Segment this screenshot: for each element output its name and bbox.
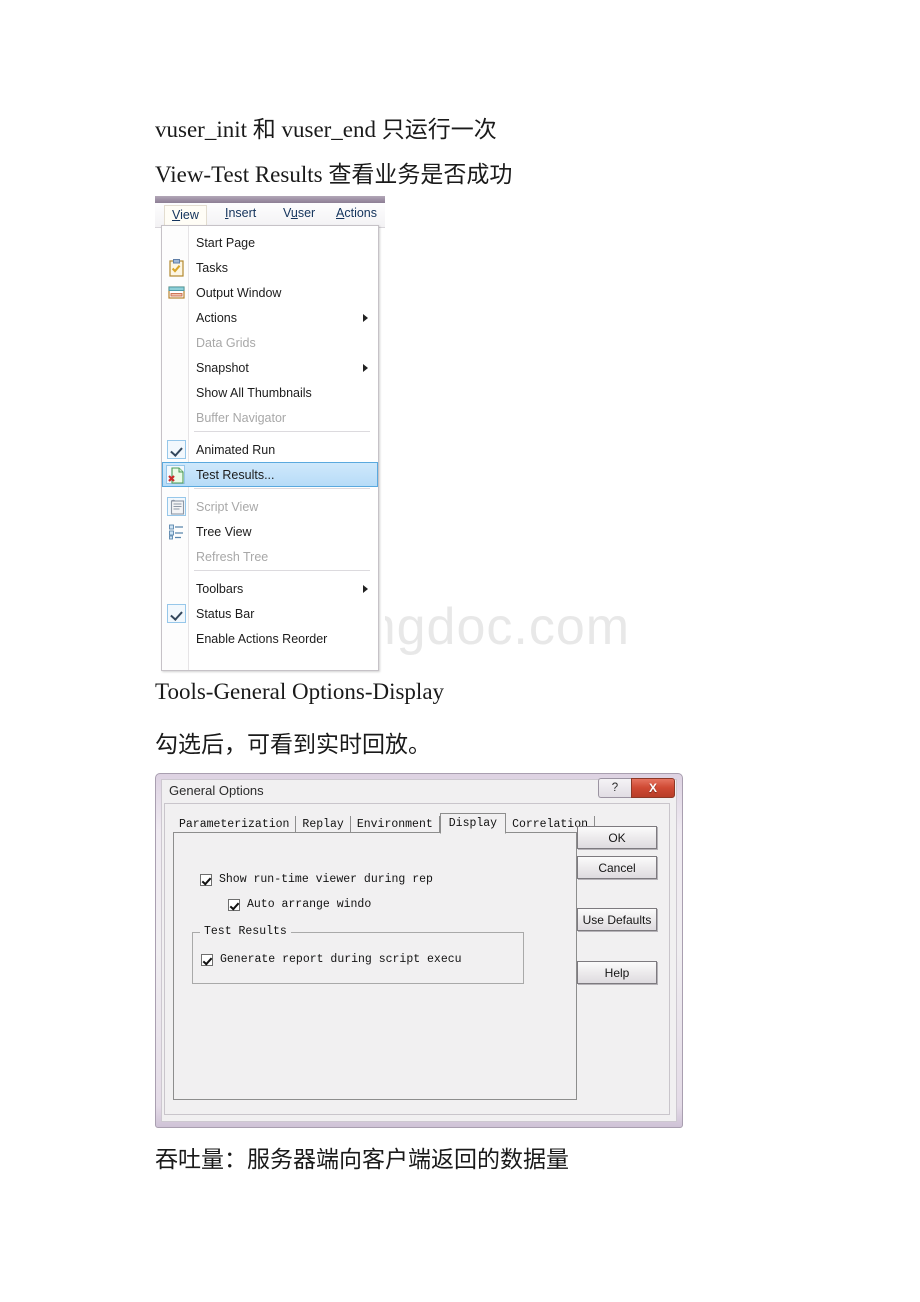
output-window-icon bbox=[167, 283, 186, 302]
tab-display[interactable]: Display bbox=[439, 813, 507, 834]
menu-item-label: Enable Actions Reorder bbox=[196, 631, 328, 646]
menu-item-enable-actions-reorder[interactable]: Enable Actions Reorder bbox=[163, 626, 377, 651]
menu-item-label: Toolbars bbox=[196, 581, 244, 596]
menu-item-output-window[interactable]: Output Window bbox=[163, 280, 377, 305]
checkbox-icon[interactable] bbox=[201, 953, 213, 966]
menu-item-script-view: Script View bbox=[163, 494, 377, 519]
checkbox-icon[interactable] bbox=[200, 873, 212, 886]
menubar-item-view[interactable]: View bbox=[164, 205, 207, 226]
menu-item-label: Animated Run bbox=[196, 442, 276, 457]
script-view-icon bbox=[167, 497, 186, 516]
view-menu-screenshot: View Insert Vuser Actions Start Page Tas… bbox=[155, 196, 385, 672]
menu-item-toolbars[interactable]: Toolbars bbox=[163, 576, 377, 601]
menu-item-label: Start Page bbox=[196, 235, 256, 250]
menu-item-label: Test Results... bbox=[196, 467, 275, 482]
menu-item-animated-run[interactable]: Animated Run bbox=[163, 437, 377, 462]
menu-item-buffer-navigator: Buffer Navigator bbox=[163, 405, 377, 430]
doc-text-line-1: vuser_init 和 vuser_end 只运行一次 bbox=[155, 117, 497, 142]
tab-environment[interactable]: Environment bbox=[351, 816, 440, 833]
checkbox-label: Generate report during script execu bbox=[220, 953, 462, 966]
checkbox-label: Show run-time viewer during rep bbox=[219, 873, 433, 886]
menu-item-label: Status Bar bbox=[196, 606, 255, 621]
menu-item-actions[interactable]: Actions bbox=[163, 305, 377, 330]
checkmark-icon bbox=[167, 440, 186, 459]
dialog-titlebar-buttons: ? X bbox=[598, 778, 675, 798]
menu-item-label: Tree View bbox=[196, 524, 252, 539]
menubar-item-actions[interactable]: Actions bbox=[336, 206, 377, 220]
menu-separator bbox=[194, 488, 370, 489]
menu-item-label: Show All Thumbnails bbox=[196, 385, 312, 400]
menu-item-data-grids: Data Grids bbox=[163, 330, 377, 355]
dialog-tabstrip: Parameterization Replay Environment Disp… bbox=[173, 812, 595, 834]
checkmark-icon bbox=[167, 604, 186, 623]
checkbox-label: Auto arrange windo bbox=[247, 898, 372, 911]
help-button[interactable]: ? bbox=[598, 778, 631, 798]
menu-item-test-results[interactable]: Test Results... bbox=[162, 462, 378, 487]
checkbox-icon[interactable] bbox=[228, 898, 240, 911]
menu-item-label: Script View bbox=[196, 499, 259, 514]
menu-item-label: Tasks bbox=[196, 260, 228, 275]
menu-item-tasks[interactable]: Tasks bbox=[163, 255, 377, 280]
general-options-dialog-screenshot: General Options ? X Parameterization Rep… bbox=[155, 773, 683, 1128]
close-icon[interactable]: X bbox=[631, 778, 675, 798]
menu-item-start-page[interactable]: Start Page bbox=[163, 230, 377, 255]
display-tab-panel: Show run-time viewer during rep Auto arr… bbox=[173, 832, 577, 1100]
chevron-right-icon bbox=[363, 313, 368, 322]
menu-item-tree-view[interactable]: Tree View bbox=[163, 519, 377, 544]
use-defaults-button[interactable]: Use Defaults bbox=[577, 908, 657, 931]
test-results-icon bbox=[166, 465, 185, 484]
doc-text-line-4: 勾选后，可看到实时回放。 bbox=[155, 732, 431, 757]
menu-item-show-all-thumbnails[interactable]: Show All Thumbnails bbox=[163, 380, 377, 405]
menu-item-label: Data Grids bbox=[196, 335, 256, 350]
doc-text-line-5: 吞吐量：服务器端向客户端返回的数据量 bbox=[155, 1147, 569, 1172]
menu-separator bbox=[194, 570, 370, 571]
window-title-strip bbox=[155, 196, 385, 203]
help-text-button[interactable]: Help bbox=[577, 961, 657, 984]
tree-view-icon bbox=[167, 522, 186, 541]
menu-item-status-bar[interactable]: Status Bar bbox=[163, 601, 377, 626]
checkbox-show-runtime-viewer[interactable]: Show run-time viewer during rep bbox=[200, 873, 433, 886]
menu-item-label: Buffer Navigator bbox=[196, 410, 287, 425]
view-dropdown-menu: Start Page Tasks Output Window Actions D… bbox=[161, 225, 379, 671]
test-results-groupbox: Test Results Generate report during scri… bbox=[192, 925, 524, 984]
tasks-icon bbox=[167, 258, 186, 277]
ok-button[interactable]: OK bbox=[577, 826, 657, 849]
dialog-client-area: Parameterization Replay Environment Disp… bbox=[164, 803, 670, 1115]
chevron-right-icon bbox=[363, 584, 368, 593]
cancel-button[interactable]: Cancel bbox=[577, 856, 657, 879]
menu-item-label: Output Window bbox=[196, 285, 282, 300]
tab-replay[interactable]: Replay bbox=[296, 816, 351, 833]
checkbox-generate-report[interactable]: Generate report during script execu bbox=[201, 953, 462, 966]
chevron-right-icon bbox=[363, 363, 368, 372]
dialog-title: General Options bbox=[169, 783, 264, 798]
menu-item-snapshot[interactable]: Snapshot bbox=[163, 355, 377, 380]
menubar-item-insert[interactable]: Insert bbox=[225, 206, 256, 220]
groupbox-title: Test Results bbox=[200, 925, 291, 938]
tab-parameterization[interactable]: Parameterization bbox=[173, 816, 297, 833]
menu-separator bbox=[194, 431, 370, 432]
menubar-item-vuser[interactable]: Vuser bbox=[283, 206, 315, 220]
menu-item-label: Actions bbox=[196, 310, 237, 325]
menu-item-refresh-tree: Refresh Tree bbox=[163, 544, 377, 569]
doc-text-line-2: View-Test Results 查看业务是否成功 bbox=[155, 162, 513, 187]
checkbox-auto-arrange-windows[interactable]: Auto arrange windo bbox=[228, 898, 371, 911]
menu-item-label: Snapshot bbox=[196, 360, 249, 375]
doc-text-line-3: Tools-General Options-Display bbox=[155, 679, 445, 704]
menu-item-label: Refresh Tree bbox=[196, 549, 269, 564]
